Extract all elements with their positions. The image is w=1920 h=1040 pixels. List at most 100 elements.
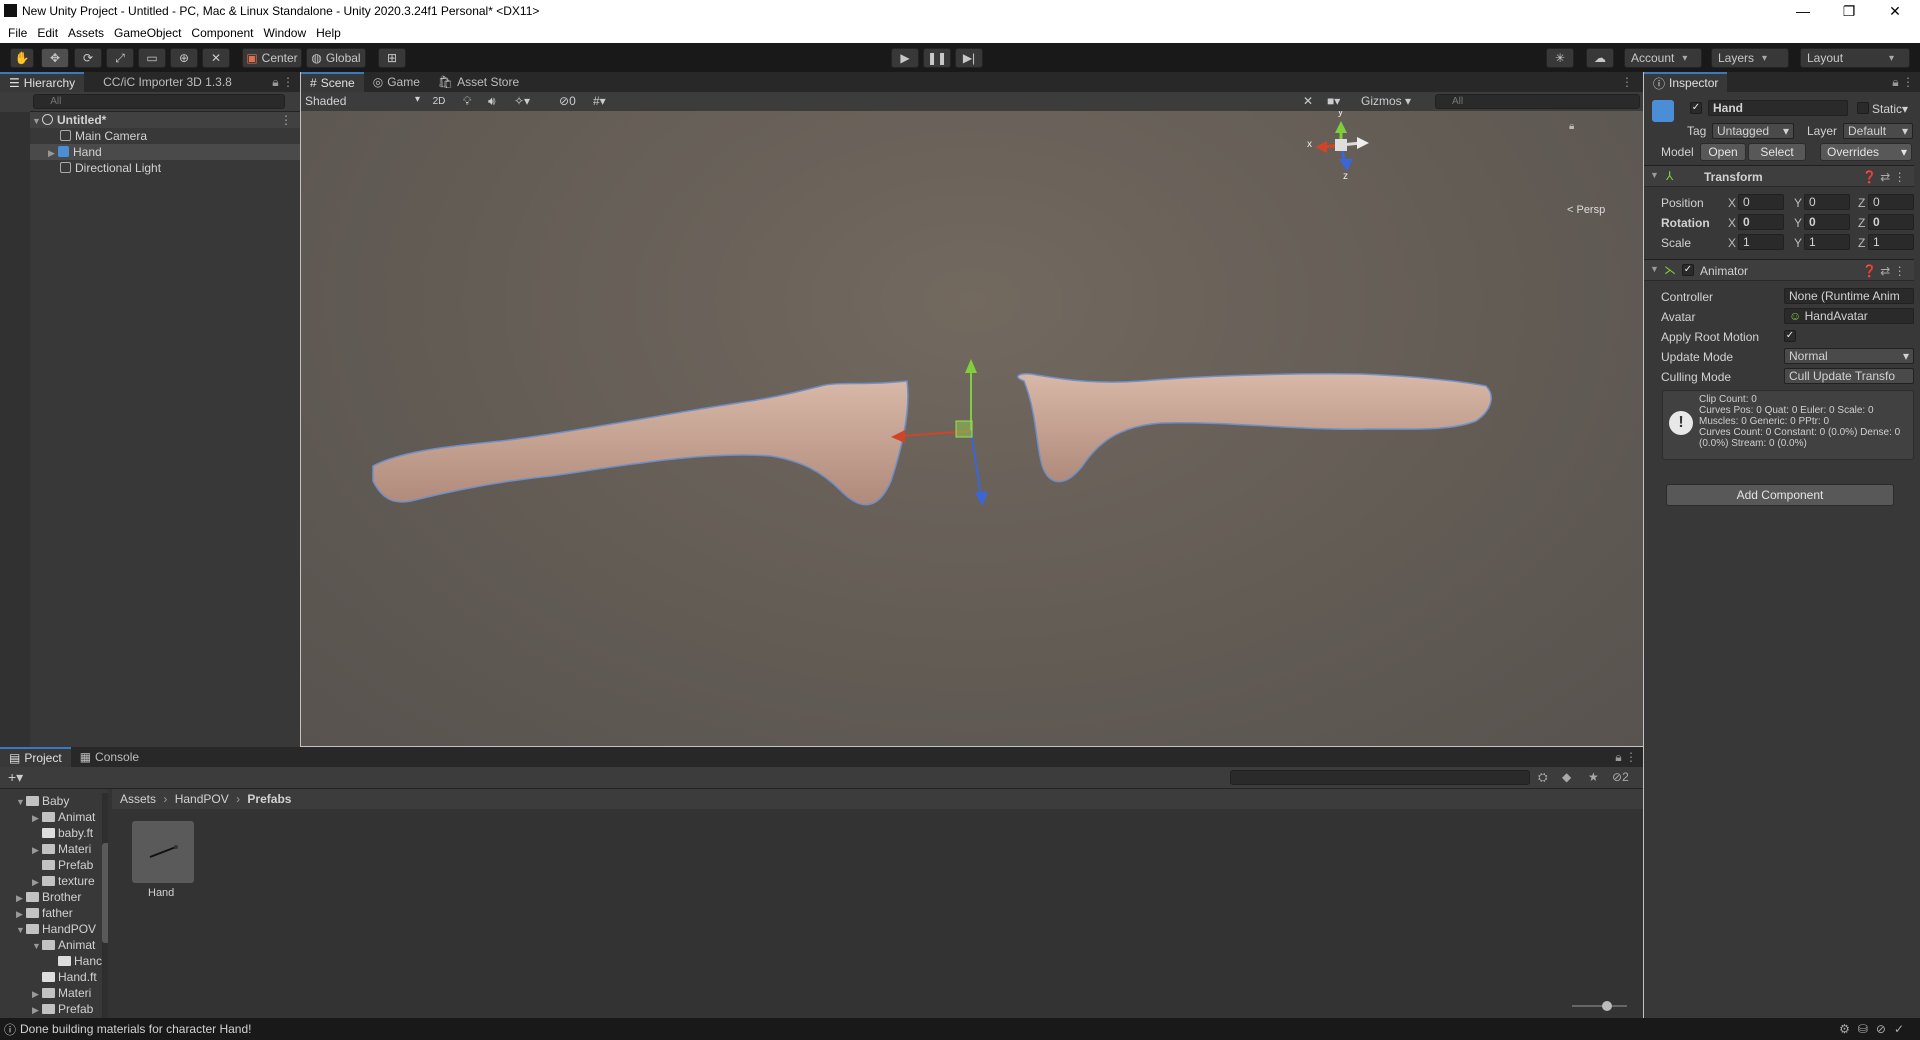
tab-game[interactable]: ◎ Game — [364, 72, 429, 92]
menu-component[interactable]: Component — [191, 26, 253, 40]
tree-item[interactable]: ▶ Brother — [0, 889, 108, 905]
layout-dropdown[interactable]: Layout — [1800, 48, 1910, 68]
tree-item[interactable]: ▶ texture — [0, 873, 108, 889]
project-search-input[interactable] — [1230, 770, 1530, 785]
status-icons[interactable]: ⚙⛁⊘✓ — [1839, 1022, 1912, 1036]
thumbnail-size-slider[interactable] — [1572, 1001, 1627, 1011]
favorite-icon[interactable]: ★ — [1588, 770, 1599, 784]
animator-enabled-checkbox[interactable]: ✓ — [1682, 264, 1694, 276]
hierarchy-item-main-camera[interactable]: Main Camera — [0, 128, 300, 144]
rect-tool-icon[interactable]: ▭ — [138, 48, 166, 68]
gizmo-plane-handle[interactable] — [955, 420, 973, 438]
status-message[interactable]: Done building materials for character Ha… — [20, 1022, 251, 1036]
cloud-icon[interactable]: ☁ — [1586, 48, 1614, 68]
transform-tool-icon[interactable]: ⊕ — [170, 48, 198, 68]
pause-icon[interactable]: ❚❚ — [923, 48, 951, 68]
lock-icon[interactable]: 🔒︎ ⋮ — [272, 72, 294, 92]
inspector-lock-icon[interactable]: 🔒︎ ⋮ — [1892, 72, 1914, 92]
scene-row[interactable]: ▼ Untitled* ⋮ — [0, 112, 300, 128]
asset-hand-label[interactable]: Hand — [148, 887, 174, 899]
grid-snap-icon[interactable]: ⊞ — [378, 48, 406, 68]
transform-menu-icon[interactable]: ❓ ⇄ ⋮ — [1862, 170, 1906, 184]
tree-item[interactable]: baby.ft — [0, 825, 108, 841]
menu-file[interactable]: File — [8, 26, 27, 40]
rotate-tool-icon[interactable]: ⟳ — [74, 48, 102, 68]
animator-header[interactable]: ▼ ⋋ ✓ Animator ❓ ⇄ ⋮ — [1644, 259, 1914, 281]
shading-mode-dropdown[interactable]: Shaded ▾ — [305, 94, 420, 110]
add-component-button[interactable]: Add Component — [1666, 484, 1894, 506]
tag-dropdown[interactable]: Untagged ▾ — [1712, 123, 1794, 139]
position-y-field[interactable]: 0 — [1804, 194, 1850, 210]
step-icon[interactable]: ▶| — [955, 48, 983, 68]
create-icon[interactable]: +▾ — [8, 769, 23, 786]
tree-scrollbar[interactable] — [102, 793, 108, 1018]
scene-menu-icon[interactable]: ⋮ — [1621, 72, 1633, 92]
scale-z-field[interactable]: 1 — [1868, 234, 1914, 250]
tree-item[interactable]: ▶ father — [0, 905, 108, 921]
position-z-field[interactable]: 0 — [1868, 194, 1914, 210]
pivot-center-button[interactable]: ▣ Center — [242, 48, 302, 68]
tree-item[interactable]: ▼ HandPOV — [0, 921, 108, 937]
hierarchy-search-input[interactable]: All — [33, 94, 286, 109]
overrides-dropdown[interactable]: Overrides ▾ — [1820, 143, 1912, 161]
audio-icon[interactable]: 🔊︎ — [488, 94, 496, 109]
scale-x-field[interactable]: 1 — [1738, 234, 1784, 250]
animator-menu-icon[interactable]: ❓ ⇄ ⋮ — [1862, 264, 1906, 278]
hidden-packages-icon[interactable]: ⊘2 — [1612, 770, 1629, 784]
camera-icon[interactable]: ■▾ — [1327, 94, 1340, 108]
gizmo-y-arrow-icon[interactable] — [965, 359, 977, 373]
tree-item[interactable]: Hand.ft — [0, 969, 108, 985]
scene-lock-icon[interactable]: 🔒︎ — [1569, 121, 1574, 132]
controller-field[interactable]: None (Runtime Anim — [1784, 288, 1914, 304]
custom-tool-icon[interactable]: ✕ — [202, 48, 230, 68]
tree-item[interactable]: ▼ Baby — [0, 793, 108, 809]
model-select-button[interactable]: Select — [1748, 143, 1806, 161]
asset-hand-thumbnail[interactable] — [132, 821, 194, 883]
gizmo-z-arrow-icon[interactable] — [975, 492, 988, 506]
breadcrumb-handpov[interactable]: HandPOV — [175, 792, 229, 806]
move-tool-icon[interactable]: ✥ — [41, 48, 69, 68]
tab-project[interactable]: ▤ Project — [0, 747, 71, 767]
culling-mode-dropdown[interactable]: Cull Update Transfo — [1784, 368, 1914, 384]
tab-hierarchy[interactable]: ☰ Hierarchy — [0, 72, 85, 92]
object-name-field[interactable]: Hand — [1708, 100, 1848, 116]
tree-item[interactable]: ▶ Materi — [0, 985, 108, 1001]
filter-label-icon[interactable]: ◆ — [1562, 770, 1571, 784]
tree-item[interactable]: ▶ Animat — [0, 809, 108, 825]
menu-edit[interactable]: Edit — [37, 26, 58, 40]
rotation-y-field[interactable]: 0 — [1804, 214, 1850, 230]
account-dropdown[interactable]: Account — [1624, 48, 1702, 68]
pivot-global-button[interactable]: ◍ Global — [306, 48, 366, 68]
tab-inspector[interactable]: ⓘ Inspector — [1644, 72, 1728, 92]
menu-assets[interactable]: Assets — [68, 26, 104, 40]
filter-type-icon[interactable]: ⛭ — [1538, 770, 1548, 785]
hierarchy-item-hand[interactable]: ▶ Hand — [0, 144, 300, 160]
position-x-field[interactable]: 0 — [1738, 194, 1784, 210]
hierarchy-item-directional-light[interactable]: Directional Light — [0, 160, 300, 176]
close-button[interactable]: ✕ — [1872, 0, 1918, 22]
grid-icon[interactable]: #▾ — [593, 94, 606, 108]
project-lock-icon[interactable]: 🔒︎ ⋮ — [1615, 747, 1637, 767]
scale-y-field[interactable]: 1 — [1804, 234, 1850, 250]
menu-gameobject[interactable]: GameObject — [114, 26, 181, 40]
update-mode-dropdown[interactable]: Normal ▾ — [1784, 348, 1914, 364]
mode-2d-toggle[interactable]: 2D — [427, 94, 451, 110]
layer-dropdown[interactable]: Default ▾ — [1843, 123, 1913, 139]
breadcrumb-prefabs[interactable]: Prefabs — [247, 792, 291, 806]
hidden-objects-icon[interactable]: ⊘0 — [559, 94, 576, 108]
model-open-button[interactable]: Open — [1700, 143, 1746, 161]
tree-item[interactable]: Prefab — [0, 857, 108, 873]
tab-cc-importer[interactable]: CC/iC Importer 3D 1.3.8 — [94, 72, 241, 92]
gizmos-dropdown[interactable]: Gizmos ▾ — [1361, 94, 1411, 108]
minimize-button[interactable]: — — [1780, 0, 1826, 22]
layers-dropdown[interactable]: Layers — [1711, 48, 1789, 68]
static-dropdown[interactable]: Static▾ — [1872, 102, 1908, 116]
menu-window[interactable]: Window — [263, 26, 306, 40]
breadcrumb-assets[interactable]: Assets — [120, 792, 156, 806]
rotation-z-field[interactable]: 0 — [1868, 214, 1914, 230]
persp-label[interactable]: < Persp — [1567, 204, 1605, 216]
play-icon[interactable]: ▶ — [891, 48, 919, 68]
tree-item[interactable]: ▶ Prefab — [0, 1001, 108, 1017]
tree-item[interactable]: ▶ Materi — [0, 841, 108, 857]
tab-scene[interactable]: # Scene — [301, 72, 364, 92]
